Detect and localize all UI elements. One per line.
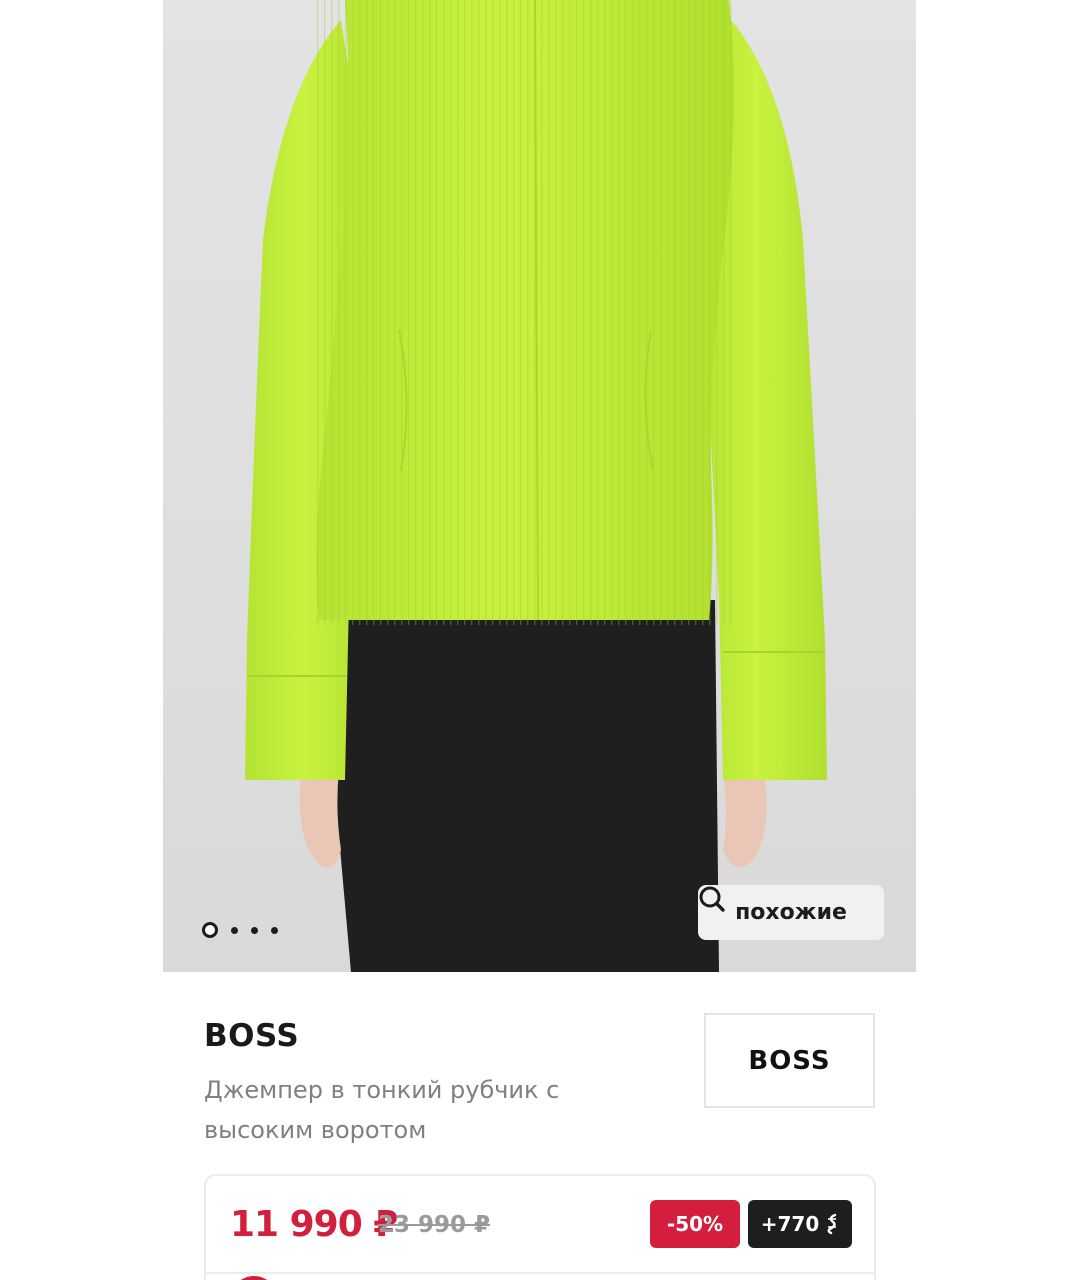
- bonus-badge[interactable]: +770: [748, 1200, 852, 1248]
- similar-button-label: похожие: [735, 900, 847, 925]
- bonus-badge-label: +770: [760, 1212, 820, 1236]
- carousel-dot[interactable]: [251, 926, 258, 934]
- bonus-coin-icon: [827, 1213, 837, 1235]
- price-divider: [206, 1272, 874, 1274]
- product-photo-illustration: [245, 0, 827, 972]
- current-price: 11 990 ₽: [230, 1204, 398, 1245]
- price-card: 11 990 ₽ 23 990 ₽ -50% +770: [204, 1174, 876, 1280]
- carousel-indicator[interactable]: [202, 922, 278, 938]
- brand-logo[interactable]: BOSS: [704, 1013, 875, 1108]
- discount-badge: -50%: [650, 1200, 740, 1248]
- brand-name[interactable]: BOSS: [204, 1018, 299, 1054]
- brand-logo-text: BOSS: [748, 1045, 831, 1076]
- similar-button[interactable]: похожие: [698, 885, 884, 940]
- product-title: Джемпер в тонкий рубчик с высоким ворото…: [204, 1076, 560, 1144]
- carousel-dot[interactable]: [231, 926, 238, 934]
- carousel-dot-active[interactable]: [202, 922, 218, 938]
- product-page: похожие BOSS Джемпер в тонкий рубчик с в…: [0, 0, 1080, 1280]
- product-image[interactable]: похожие: [163, 0, 916, 972]
- search-icon: [699, 886, 725, 912]
- old-price: 23 990 ₽: [378, 1212, 491, 1238]
- carousel-dot[interactable]: [271, 926, 278, 934]
- discount-badge-label: -50%: [666, 1212, 724, 1236]
- partial-icon: [230, 1276, 278, 1280]
